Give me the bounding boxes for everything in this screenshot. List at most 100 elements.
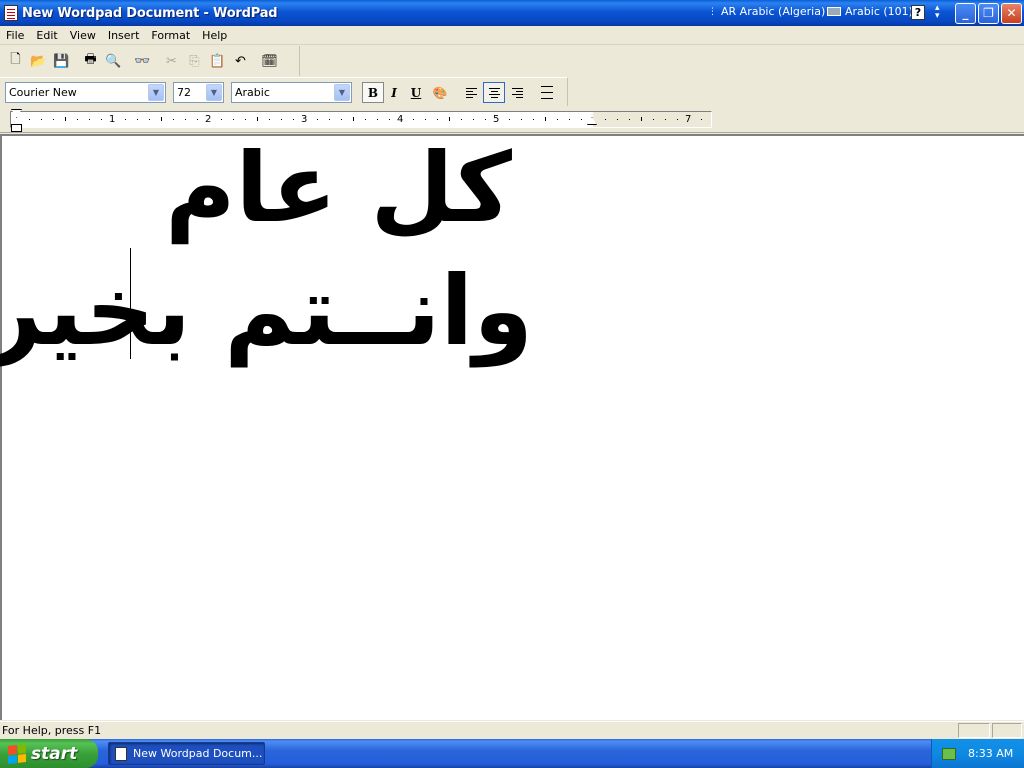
document-text-line: وانــتم بخير <box>0 255 533 367</box>
color-palette-icon[interactable]: 🎨 <box>429 82 451 103</box>
wordpad-icon[interactable] <box>4 5 18 21</box>
ruler-tick <box>449 117 450 121</box>
ruler-dot <box>101 119 102 120</box>
menu-file[interactable]: File <box>0 29 30 42</box>
ruler-dot <box>413 119 414 120</box>
ruler-dot <box>665 119 666 120</box>
ruler-dot <box>77 119 78 120</box>
ruler-dot <box>617 119 618 120</box>
left-indent-marker[interactable] <box>11 117 22 132</box>
font-script-value: Arabic <box>235 86 270 99</box>
italic-button[interactable]: I <box>383 82 405 103</box>
ruler-label: 5 <box>493 114 500 125</box>
open-icon[interactable]: 📂 <box>27 50 50 72</box>
chevron-icon: ⋮ <box>708 6 717 17</box>
ruler-tick <box>545 117 546 121</box>
language-indicator[interactable]: ⋮ AR Arabic (Algeria) <box>708 5 825 18</box>
font-script-select[interactable]: Arabic ▼ <box>231 82 352 103</box>
ruler-dot <box>185 119 186 120</box>
taskbar-item-label: New Wordpad Docum... <box>133 747 263 760</box>
document-area[interactable]: كل عام وانــتم بخير <box>0 134 1024 720</box>
ruler-dot <box>521 119 522 120</box>
chevron-down-icon[interactable]: ▼ <box>206 84 222 101</box>
font-name-value: Courier New <box>9 86 77 99</box>
ruler-dot <box>317 119 318 120</box>
close-button[interactable]: ✕ <box>1001 3 1022 24</box>
ruler-scale[interactable]: 1 2 3 4 5 7 <box>10 111 712 128</box>
ruler[interactable]: 1 2 3 4 5 7 <box>0 107 1024 133</box>
ruler-label: 4 <box>397 114 404 125</box>
menu-format[interactable]: Format <box>145 29 196 42</box>
align-center-icon[interactable] <box>483 82 505 103</box>
bullets-icon[interactable] <box>536 82 558 103</box>
underline-button[interactable]: U <box>405 82 427 103</box>
taskbar-item-wordpad[interactable]: New Wordpad Docum... <box>108 742 265 765</box>
new-icon[interactable]: 🗋 <box>4 50 27 72</box>
ruler-dot <box>197 119 198 120</box>
font-size-select[interactable]: 72 ▼ <box>173 82 224 103</box>
font-name-select[interactable]: Courier New ▼ <box>5 82 166 103</box>
ruler-dot <box>629 119 630 120</box>
ruler-dot <box>329 119 330 120</box>
menu-edit[interactable]: Edit <box>30 29 63 42</box>
ruler-dot <box>245 119 246 120</box>
ruler-dot <box>89 119 90 120</box>
bold-button[interactable]: B <box>362 82 384 103</box>
clock[interactable]: 8:33 AM <box>968 747 1013 760</box>
print-icon[interactable]: 🖶 <box>79 50 102 72</box>
network-icon[interactable] <box>942 747 956 760</box>
save-icon[interactable]: 💾 <box>50 50 73 72</box>
restore-button[interactable]: ❐ <box>978 3 999 24</box>
ruler-dot <box>377 119 378 120</box>
language-bar-options-icon[interactable]: ▴ ▾ <box>935 4 940 21</box>
ruler-dot <box>581 119 582 120</box>
copy-icon[interactable]: ⎘ <box>183 50 206 72</box>
ruler-dot <box>533 119 534 120</box>
language-bar-help-icon[interactable]: ? <box>911 5 925 20</box>
title-bar[interactable]: New Wordpad Document - WordPad ⋮ AR Arab… <box>0 0 1024 26</box>
ruler-dot <box>233 119 234 120</box>
ruler-label: 7 <box>685 114 692 125</box>
ruler-dot <box>281 119 282 120</box>
chevron-down-icon[interactable]: ▼ <box>148 84 164 101</box>
keyboard-layout-indicator[interactable]: Arabic (101) <box>827 5 913 18</box>
paste-icon[interactable]: 📋 <box>206 50 229 72</box>
undo-icon[interactable]: ↶ <box>229 50 252 72</box>
ruler-dot <box>509 119 510 120</box>
status-pane <box>958 723 990 738</box>
ruler-dot <box>293 119 294 120</box>
keyboard-layout-label: Arabic (101) <box>845 5 913 18</box>
text-caret <box>130 248 131 359</box>
ruler-dot <box>149 119 150 120</box>
menu-help[interactable]: Help <box>196 29 233 42</box>
standard-toolbar: 🗋 📂 💾 🖶 🔍 👓 ✂ ⎘ 📋 ↶ 🗓 <box>0 46 300 76</box>
chevron-down-icon[interactable]: ▼ <box>334 84 350 101</box>
print-preview-icon[interactable]: 🔍 <box>102 50 125 72</box>
cut-icon[interactable]: ✂ <box>160 50 183 72</box>
align-right-icon[interactable] <box>506 82 528 103</box>
ruler-label: 2 <box>205 114 212 125</box>
menu-bar: File Edit View Insert Format Help <box>0 26 1024 45</box>
ruler-dot <box>125 119 126 120</box>
menu-view[interactable]: View <box>64 29 102 42</box>
ruler-dot <box>557 119 558 120</box>
align-left-icon[interactable] <box>460 82 482 103</box>
ruler-dot <box>53 119 54 120</box>
wordpad-icon <box>115 746 127 761</box>
ruler-tick <box>161 117 162 121</box>
start-button[interactable]: start <box>0 739 98 768</box>
ruler-dot <box>473 119 474 120</box>
menu-insert[interactable]: Insert <box>102 29 146 42</box>
ruler-tick <box>353 117 354 121</box>
ruler-dot <box>605 119 606 120</box>
start-label: start <box>31 743 78 764</box>
ruler-tick <box>257 117 258 121</box>
find-icon[interactable]: 👓 <box>131 50 154 72</box>
document-text-line: كل عام <box>165 132 512 244</box>
ruler-dot <box>389 119 390 120</box>
minimize-button[interactable]: _ <box>955 3 976 24</box>
ruler-tick <box>641 117 642 121</box>
language-label: AR Arabic (Algeria) <box>721 5 826 18</box>
date-time-icon[interactable]: 🗓 <box>258 50 281 72</box>
ruler-dot <box>485 119 486 120</box>
